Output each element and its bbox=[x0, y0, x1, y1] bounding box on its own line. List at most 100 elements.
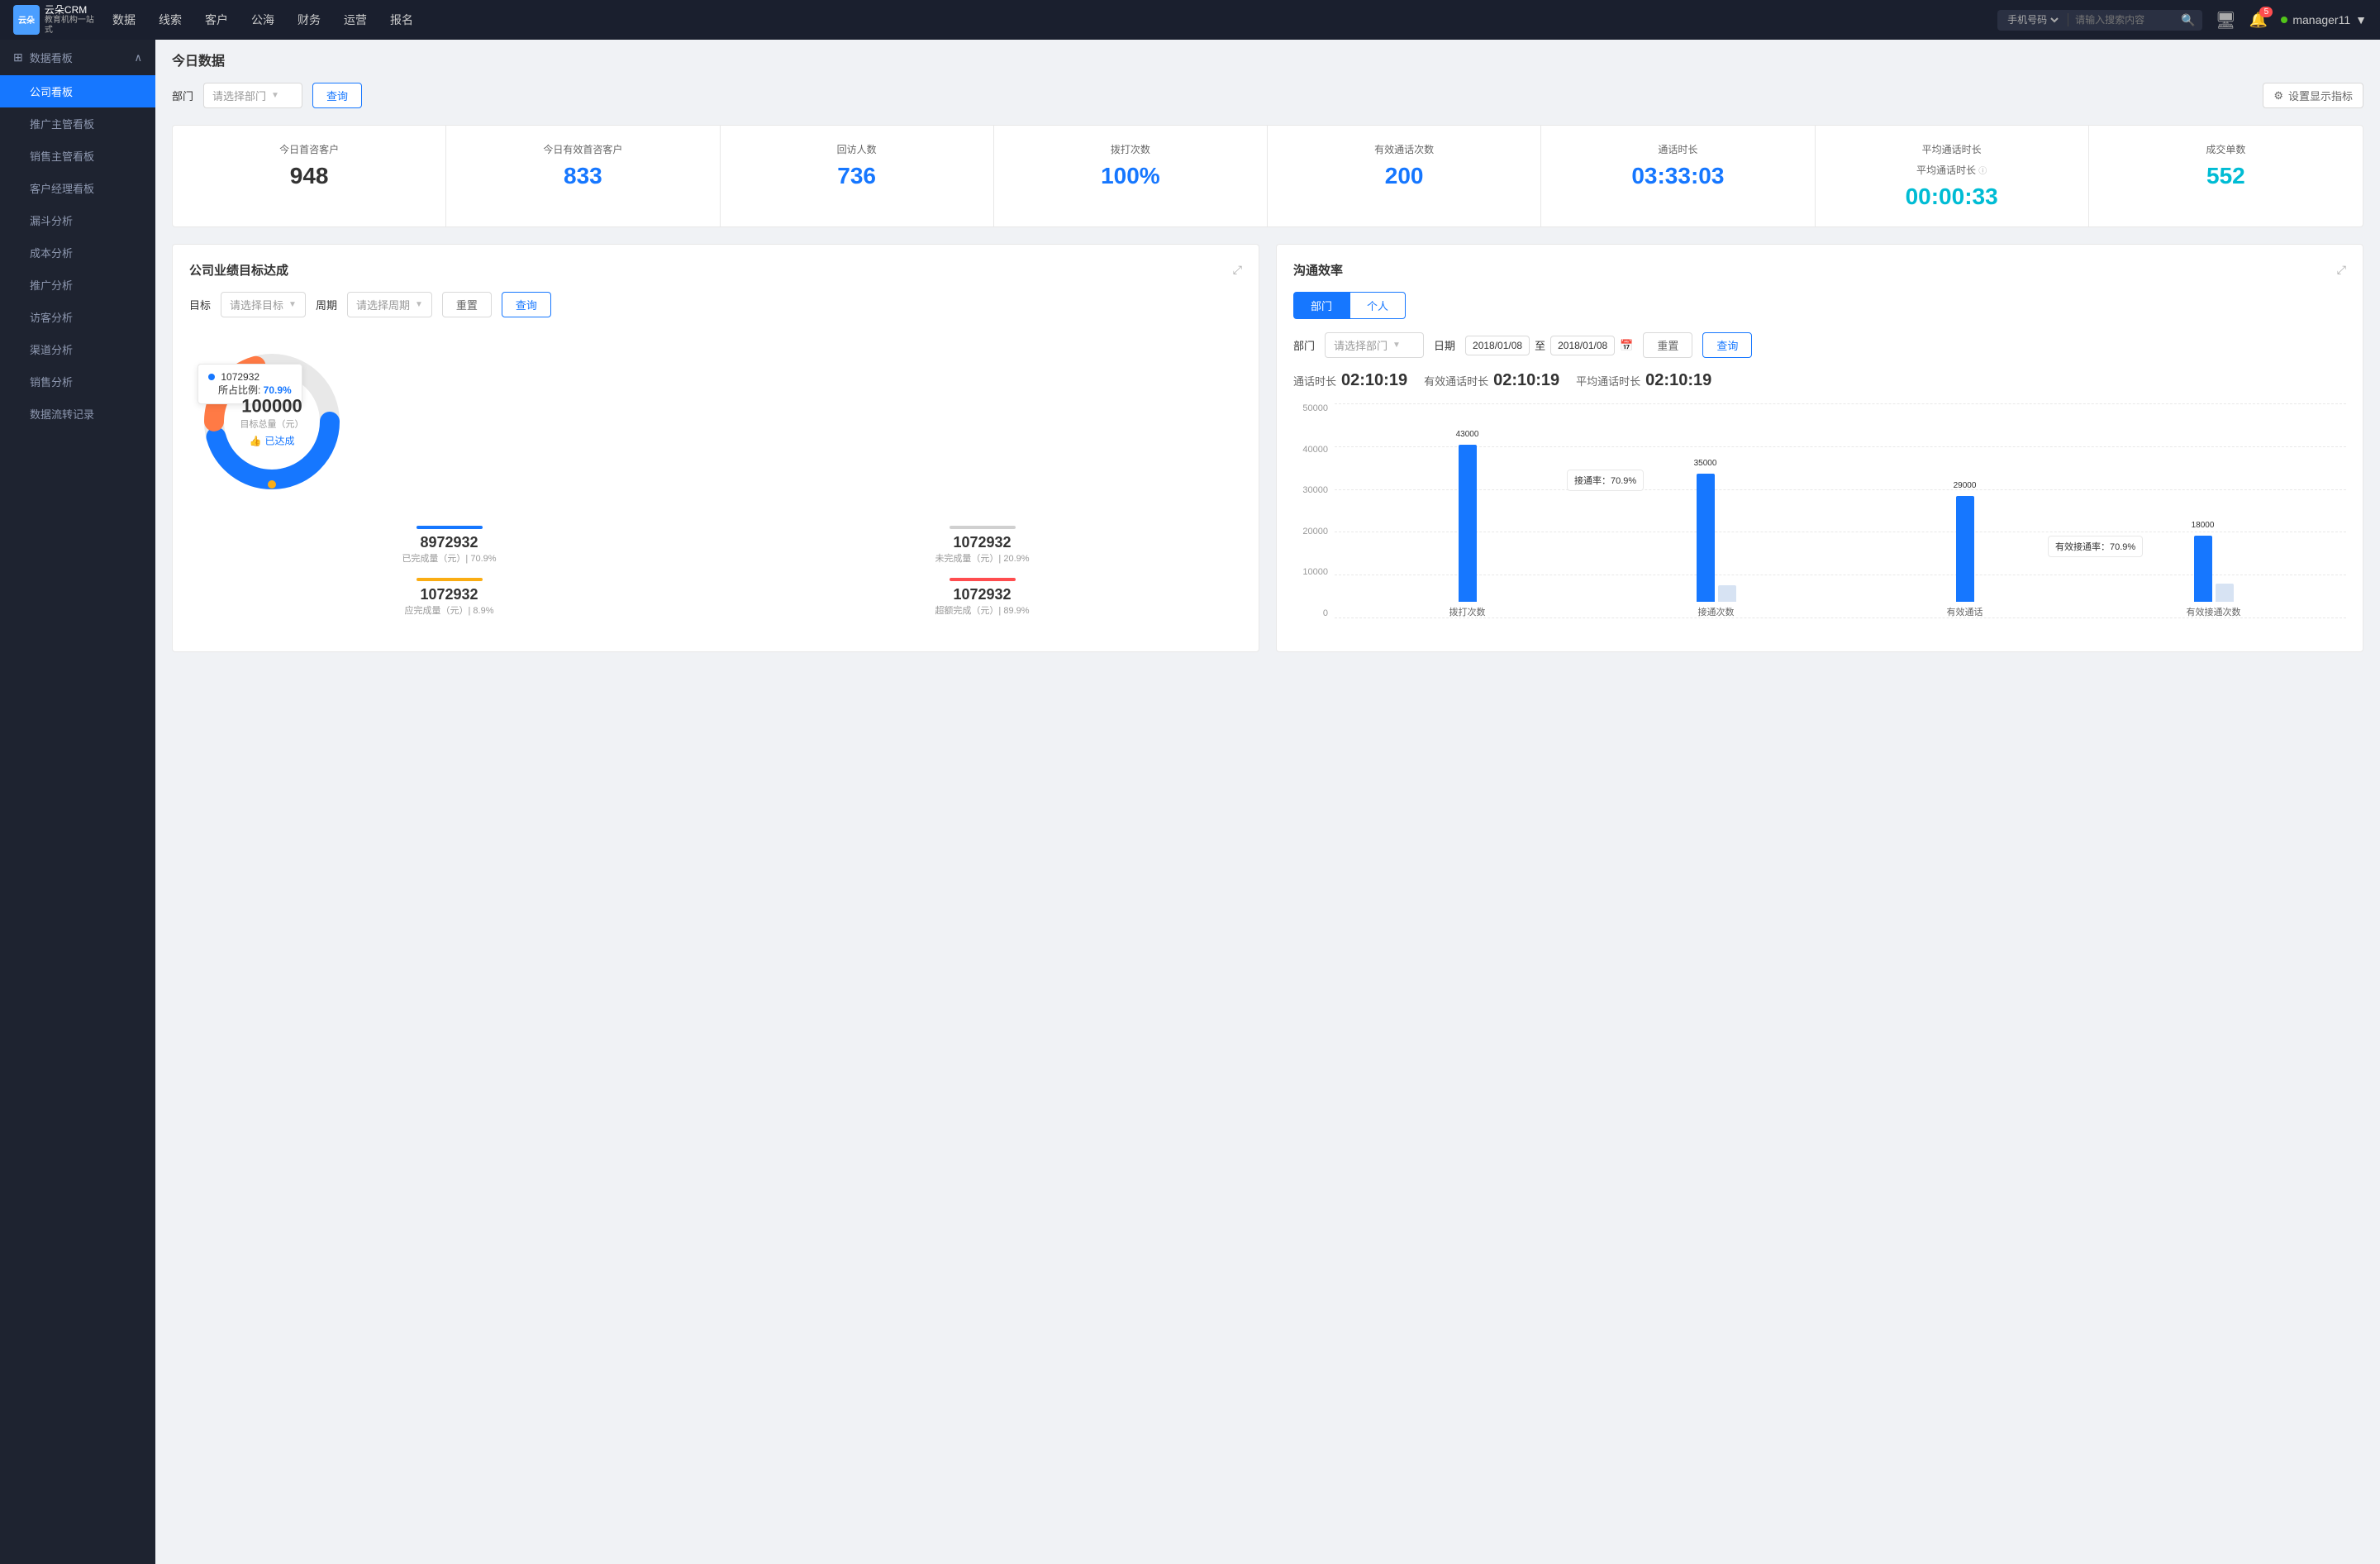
sidebar-item-promo-analysis[interactable]: 推广分析 bbox=[0, 269, 155, 301]
comm-effective-duration-label: 有效通话时长 bbox=[1424, 373, 1488, 389]
y-label-30000: 30000 bbox=[1293, 485, 1328, 495]
y-label-50000: 50000 bbox=[1293, 403, 1328, 413]
comm-tabs: 部门 个人 bbox=[1293, 292, 2346, 319]
comm-reset-button[interactable]: 重置 bbox=[1643, 332, 1692, 358]
comm-dept-select[interactable]: 请选择部门 ▼ bbox=[1325, 332, 1424, 358]
today-query-button[interactable]: 查询 bbox=[312, 83, 362, 108]
monitor-icon[interactable]: 🖥 bbox=[2216, 10, 2236, 31]
goal-expand-icon[interactable]: ⤢ bbox=[1233, 263, 1242, 277]
nav-customers[interactable]: 客户 bbox=[205, 12, 228, 28]
should-complete-value: 1072932 bbox=[189, 586, 709, 603]
sidebar-item-sales-analysis[interactable]: 销售分析 bbox=[0, 365, 155, 398]
goal-period-arrow: ▼ bbox=[415, 300, 423, 309]
donut-center-label: 目标总量（元） bbox=[240, 417, 304, 431]
nav-data[interactable]: 数据 bbox=[112, 12, 136, 28]
comm-filter-bar: 部门 请选择部门 ▼ 日期 2018/01/08 至 2018/01/08 📅 … bbox=[1293, 332, 2346, 358]
search-icon[interactable]: 🔍 bbox=[2181, 13, 2195, 27]
settings-label: 设置显示指标 bbox=[2288, 88, 2353, 103]
bar-group-effective-bars: 29000 bbox=[1956, 420, 1974, 602]
bar-effective-main: 29000 bbox=[1956, 496, 1974, 602]
bar-eff-connect-secondary bbox=[2216, 584, 2234, 602]
notification-icon[interactable]: 🔔 5 bbox=[2249, 12, 2268, 29]
stat-deals-label: 成交单数 bbox=[2102, 142, 2349, 156]
nav-finance[interactable]: 财务 bbox=[298, 12, 321, 28]
bar-connect-main: 35000 bbox=[1697, 474, 1715, 602]
completed-label: 已完成量（元）| 70.9% bbox=[189, 551, 709, 565]
sidebar-item-data-flow[interactable]: 数据流转记录 bbox=[0, 398, 155, 430]
search-mode-select[interactable]: 手机号码 bbox=[2004, 13, 2061, 26]
sidebar: ⊞ 数据看板 ∧ 公司看板 推广主管看板 销售主管看板 客户经理看板 漏斗分析 … bbox=[0, 40, 155, 1564]
bottom-charts: 公司业绩目标达成 ⤢ 目标 请选择目标 ▼ 周期 请选择周期 ▼ 重置 查询 bbox=[172, 244, 2363, 652]
comm-efficiency-card: 沟通效率 ⤢ 部门 个人 部门 请选择部门 ▼ 日期 2018/01/08 bbox=[1276, 244, 2363, 652]
bar-chart-container: 50000 40000 30000 20000 10000 0 bbox=[1293, 403, 2346, 635]
goal-target-select[interactable]: 请选择目标 ▼ bbox=[221, 292, 306, 317]
stat-deals-value: 552 bbox=[2102, 163, 2349, 189]
dept-select-placeholder: 请选择部门 bbox=[212, 88, 266, 103]
nav-sea[interactable]: 公海 bbox=[251, 12, 274, 28]
comm-effective-duration-value: 02:10:19 bbox=[1493, 371, 1559, 390]
comm-stats-row: 通话时长 02:10:19 有效通话时长 02:10:19 平均通话时长 02:… bbox=[1293, 371, 2346, 390]
nav-leads[interactable]: 线索 bbox=[159, 12, 182, 28]
page-content: 今日数据 部门 请选择部门 ▼ 查询 ⚙ 设置显示指标 今日首咨客户 948 今… bbox=[155, 33, 2380, 669]
stat-revisit-label: 回访人数 bbox=[734, 142, 980, 156]
date-end-input[interactable]: 2018/01/08 bbox=[1550, 336, 1615, 355]
comm-tab-personal[interactable]: 个人 bbox=[1349, 292, 1406, 319]
stat-deals: 成交单数 552 bbox=[2089, 126, 2363, 226]
today-filter-bar: 部门 请选择部门 ▼ 查询 ⚙ 设置显示指标 bbox=[172, 83, 2363, 108]
comm-expand-icon[interactable]: ⤢ bbox=[2337, 263, 2346, 277]
dept-select-arrow-icon: ▼ bbox=[271, 91, 279, 100]
goal-target-arrow: ▼ bbox=[288, 300, 297, 309]
stat-effective-calls-label: 有效通话次数 bbox=[1281, 142, 1527, 156]
sidebar-item-sales-board[interactable]: 销售主管看板 bbox=[0, 140, 155, 172]
nav-ops[interactable]: 运营 bbox=[344, 12, 367, 28]
sidebar-item-visitor[interactable]: 访客分析 bbox=[0, 301, 155, 333]
comm-card-title: 沟通效率 bbox=[1293, 261, 1343, 279]
goal-stat-uncompleted: 1072932 未完成量（元）| 20.9% bbox=[722, 526, 1242, 565]
stat-revisit: 回访人数 736 bbox=[721, 126, 994, 226]
bars-area: 43000 拨打次数 bbox=[1335, 403, 2346, 618]
comm-dept-arrow: ▼ bbox=[1392, 341, 1401, 350]
should-complete-bar bbox=[416, 578, 483, 581]
uncompleted-value: 1072932 bbox=[722, 534, 1242, 551]
search-box: 手机号码 🔍 bbox=[1997, 10, 2202, 31]
sidebar-item-manager-board[interactable]: 客户经理看板 bbox=[0, 172, 155, 204]
sidebar-item-funnel[interactable]: 漏斗分析 bbox=[0, 204, 155, 236]
sidebar-item-cost[interactable]: 成本分析 bbox=[0, 236, 155, 269]
dept-select[interactable]: 请选择部门 ▼ bbox=[203, 83, 302, 108]
stat-call-duration-label: 通话时长 bbox=[1554, 142, 1801, 156]
nav-signup[interactable]: 报名 bbox=[390, 12, 413, 28]
goal-reset-button[interactable]: 重置 bbox=[442, 292, 492, 317]
logo: 云朵 云朵CRM 教育机构一站式 bbox=[13, 4, 96, 36]
goal-query-button[interactable]: 查询 bbox=[502, 292, 551, 317]
sidebar-item-company-board[interactable]: 公司看板 bbox=[0, 75, 155, 107]
comm-call-duration-value: 02:10:19 bbox=[1341, 371, 1407, 390]
stat-avg-duration-label: 平均通话时长 bbox=[1829, 142, 2075, 156]
comm-avg-duration-value: 02:10:19 bbox=[1645, 371, 1711, 390]
over-complete-value: 1072932 bbox=[722, 586, 1242, 603]
bar-eff-connect-x-label: 有效接通次数 bbox=[2187, 605, 2241, 618]
calendar-icon[interactable]: 📅 bbox=[1620, 339, 1633, 352]
comm-tab-dept[interactable]: 部门 bbox=[1293, 292, 1349, 319]
goal-period-select[interactable]: 请选择周期 ▼ bbox=[347, 292, 432, 317]
tooltip-value: 1072932 bbox=[221, 371, 259, 383]
user-menu[interactable]: manager11 ▼ bbox=[2281, 13, 2367, 26]
bar-group-effective: 29000 有效通话 bbox=[1840, 420, 2089, 618]
sidebar-item-promo-board[interactable]: 推广主管看板 bbox=[0, 107, 155, 140]
settings-button[interactable]: ⚙ 设置显示指标 bbox=[2263, 83, 2363, 108]
comm-card-header: 沟通效率 ⤢ bbox=[1293, 261, 2346, 279]
donut-chart-area: 1072932 所占比例: 70.9% bbox=[189, 331, 1242, 513]
donut-center: 100000 目标总量（元） 👍 已达成 bbox=[240, 396, 304, 448]
search-input[interactable] bbox=[2075, 14, 2174, 26]
stat-revisit-value: 736 bbox=[734, 163, 980, 189]
comm-avg-duration-label: 平均通话时长 bbox=[1576, 373, 1640, 389]
y-label-40000: 40000 bbox=[1293, 445, 1328, 455]
over-complete-label: 超额完成（元）| 89.9% bbox=[722, 603, 1242, 617]
goal-stat-over-complete: 1072932 超额完成（元）| 89.9% bbox=[722, 578, 1242, 617]
bar-connect-x-label: 接通次数 bbox=[1698, 605, 1735, 618]
user-dropdown-icon: ▼ bbox=[2355, 13, 2367, 26]
comm-avg-duration: 平均通话时长 02:10:19 bbox=[1576, 371, 1711, 390]
sidebar-item-channel[interactable]: 渠道分析 bbox=[0, 333, 155, 365]
comm-query-button[interactable]: 查询 bbox=[1702, 332, 1752, 358]
date-start-input[interactable]: 2018/01/08 bbox=[1465, 336, 1530, 355]
sidebar-section-header[interactable]: ⊞ 数据看板 ∧ bbox=[0, 40, 155, 75]
